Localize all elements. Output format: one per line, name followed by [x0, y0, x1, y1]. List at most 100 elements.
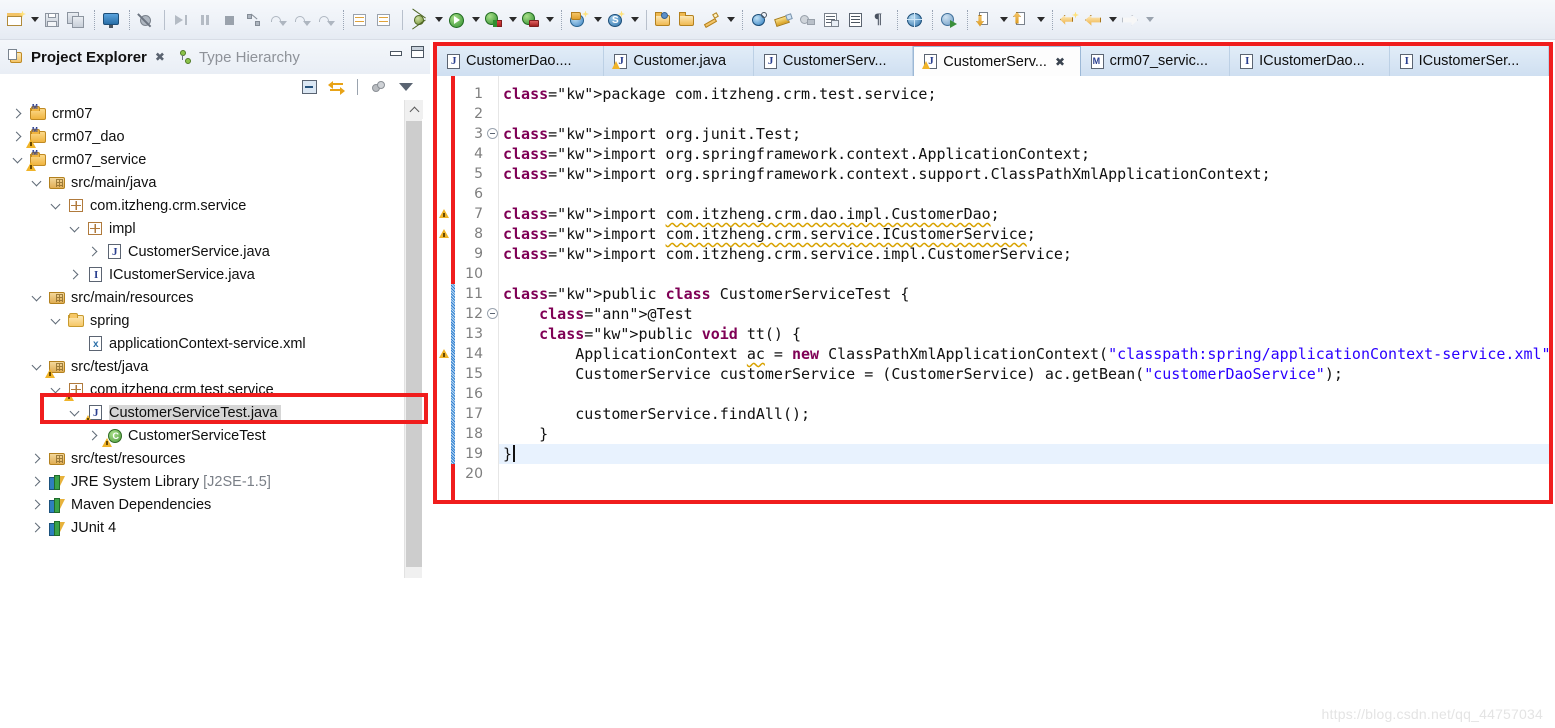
chevron-right-icon[interactable]	[29, 470, 44, 493]
maximize-icon[interactable]	[411, 46, 424, 58]
editor-tab[interactable]: crm07_servic...	[1080, 46, 1231, 76]
step-return-icon[interactable]	[314, 8, 338, 32]
coverage-session-icon[interactable]	[349, 8, 373, 32]
tree-item[interactable]: CustomerService.java	[0, 240, 404, 263]
code-line[interactable]: }	[437, 444, 1549, 464]
coverage-reset-icon[interactable]	[373, 8, 397, 32]
tree-item[interactable]: com.itzheng.crm.service	[0, 194, 404, 217]
new-class-icon[interactable]	[676, 8, 700, 32]
code-line[interactable]: class="kw">package com.itzheng.crm.test.…	[437, 84, 1549, 104]
chevron-down-icon[interactable]	[997, 8, 1010, 32]
code-line[interactable]: class="kw">import com.itzheng.crm.servic…	[437, 244, 1549, 264]
tree-item[interactable]: CustomerServiceTest	[0, 424, 404, 447]
chevron-down-icon[interactable]	[1106, 8, 1119, 32]
chevron-down-icon[interactable]	[10, 148, 25, 171]
run-last-tool-icon[interactable]	[938, 8, 962, 32]
tree-item[interactable]: spring	[0, 309, 404, 332]
close-icon[interactable]: ✖	[155, 51, 165, 63]
chevron-down-icon[interactable]	[48, 309, 63, 332]
debug-bug-icon[interactable]	[408, 8, 432, 32]
editor-tab[interactable]: ICustomerDao...	[1230, 46, 1390, 76]
code-line[interactable]: class="kw">import com.itzheng.crm.servic…	[437, 224, 1549, 244]
chevron-right-icon[interactable]	[10, 102, 25, 125]
suspend-icon[interactable]	[194, 8, 218, 32]
project-tree[interactable]: crm07 crm07_dao crm07_service src/main/java…	[0, 100, 404, 578]
code-line[interactable]: class="kw">public class CustomerServiceT…	[437, 284, 1549, 304]
coverage-run-icon[interactable]	[482, 8, 506, 32]
chevron-down-icon[interactable]	[543, 8, 556, 32]
code-line[interactable]: class="ann">@Test	[437, 304, 1549, 324]
chevron-down-icon[interactable]	[724, 8, 737, 32]
code-line[interactable]: class="kw">import com.itzheng.crm.dao.im…	[437, 204, 1549, 224]
disconnect-icon[interactable]	[242, 8, 266, 32]
new-wizard-icon[interactable]	[4, 8, 28, 32]
step-into-icon[interactable]	[266, 8, 290, 32]
code-line[interactable]: class="kw">import org.springframework.co…	[437, 164, 1549, 184]
tree-item[interactable]: impl	[0, 217, 404, 240]
tree-item[interactable]: crm07_service	[0, 148, 404, 171]
code-line[interactable]: class="kw">import org.junit.Test;	[437, 124, 1549, 144]
new-package-icon[interactable]	[652, 8, 676, 32]
code-line[interactable]	[437, 184, 1549, 204]
chevron-down-icon[interactable]	[1143, 8, 1156, 32]
view-menu-icon[interactable]	[396, 77, 416, 97]
chevron-down-icon[interactable]	[29, 286, 44, 309]
open-task-icon[interactable]	[820, 8, 844, 32]
new-java-element-icon[interactable]	[700, 8, 724, 32]
chevron-down-icon[interactable]	[28, 8, 41, 32]
chevron-down-icon[interactable]	[67, 217, 82, 240]
tree-item[interactable]: JRE System Library [J2SE-1.5]	[0, 470, 404, 493]
code-line[interactable]: CustomerService customerService = (Custo…	[437, 364, 1549, 384]
editor-tab[interactable]: ICustomerSer...	[1389, 46, 1549, 76]
tab-project-explorer[interactable]: Project Explorer ✖	[0, 40, 171, 74]
chevron-right-icon[interactable]	[86, 424, 101, 447]
search-icon[interactable]	[748, 8, 772, 32]
close-icon[interactable]: ✖	[1055, 55, 1065, 69]
code-line[interactable]	[437, 384, 1549, 404]
save-icon[interactable]	[41, 8, 65, 32]
tab-type-hierarchy[interactable]: Type Hierarchy	[171, 40, 306, 74]
back-icon[interactable]	[1082, 8, 1106, 32]
tree-item[interactable]: ICustomerService.java	[0, 263, 404, 286]
chevron-right-icon[interactable]	[29, 447, 44, 470]
tree-item[interactable]: crm07_dao	[0, 125, 404, 148]
tree-item[interactable]: src/test/java	[0, 355, 404, 378]
new-server-icon[interactable]	[567, 8, 591, 32]
scrollbar-thumb[interactable]	[406, 121, 422, 567]
code-line[interactable]	[437, 464, 1549, 484]
chevron-right-icon[interactable]	[29, 493, 44, 516]
svn-icon[interactable]: S	[604, 8, 628, 32]
chevron-right-icon[interactable]	[67, 263, 82, 286]
editor-tab[interactable]: CustomerServ... ✖	[913, 46, 1081, 76]
chevron-down-icon[interactable]	[29, 355, 44, 378]
tree-item[interactable]: src/test/resources	[0, 447, 404, 470]
editor-tab[interactable]: CustomerServ...	[753, 46, 914, 76]
chevron-right-icon[interactable]	[29, 516, 44, 539]
chevron-down-icon[interactable]	[1034, 8, 1047, 32]
external-tools-icon[interactable]	[519, 8, 543, 32]
next-annotation-icon[interactable]	[973, 8, 997, 32]
resume-icon[interactable]	[170, 8, 194, 32]
open-console-icon[interactable]	[100, 8, 124, 32]
link-with-editor-icon[interactable]	[326, 77, 346, 97]
run-icon[interactable]	[445, 8, 469, 32]
focus-active-task-icon[interactable]	[369, 77, 389, 97]
chevron-down-icon[interactable]	[29, 171, 44, 194]
pilcrow-icon[interactable]: ¶	[868, 8, 892, 32]
tree-item[interactable]: src/main/resources	[0, 286, 404, 309]
properties-icon[interactable]	[844, 8, 868, 32]
skip-all-breakpoints-icon[interactable]	[135, 8, 159, 32]
tree-item[interactable]: src/main/java	[0, 171, 404, 194]
code-line[interactable]: customerService.findAll();	[437, 404, 1549, 424]
terminate-icon[interactable]	[218, 8, 242, 32]
tree-item[interactable]: JUnit 4	[0, 516, 404, 539]
save-all-icon[interactable]	[65, 8, 89, 32]
code-line[interactable]: class="kw">public void tt() {	[437, 324, 1549, 344]
marker-pen-icon[interactable]	[772, 8, 796, 32]
chevron-down-icon[interactable]	[432, 8, 445, 32]
tree-item[interactable]: Maven Dependencies	[0, 493, 404, 516]
chevron-down-icon[interactable]	[628, 8, 641, 32]
previous-annotation-icon[interactable]	[1010, 8, 1034, 32]
chevron-up-icon[interactable]	[405, 100, 423, 119]
back-edit-icon[interactable]	[1058, 8, 1082, 32]
